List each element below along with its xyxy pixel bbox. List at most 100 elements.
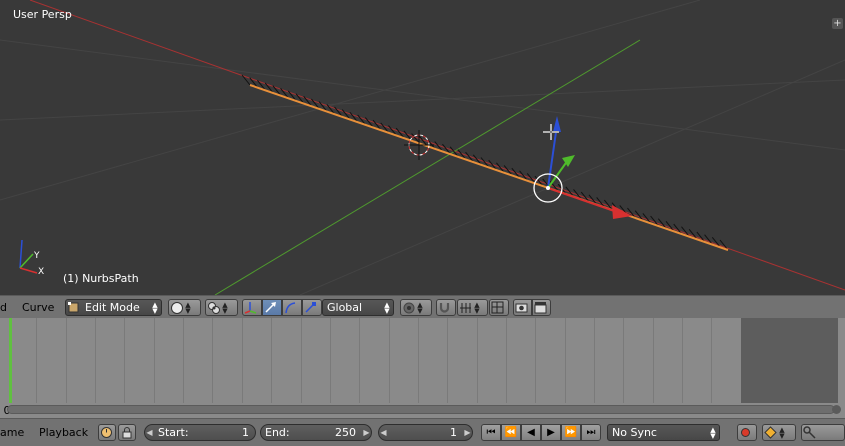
- 3d-viewport[interactable]: Y X User Persp (1) NurbsPath +: [0, 0, 845, 295]
- start-value: 1: [242, 426, 249, 439]
- snap-element-dropdown[interactable]: ▲ ▼: [457, 299, 488, 316]
- manipulator-group: [242, 299, 322, 316]
- grid-line: [0, 79, 845, 121]
- frame-grid-line: [652, 318, 654, 403]
- updown-arrows-icon: ▲ ▼: [152, 300, 158, 315]
- proportional-edit-dropdown[interactable]: ▲ ▼: [400, 299, 432, 316]
- end-label: End:: [265, 426, 290, 439]
- next-keyframe-button[interactable]: ⏩: [561, 424, 581, 441]
- keying-set-dropdown[interactable]: ▲ ▼: [762, 424, 796, 441]
- decrement-arrow-icon[interactable]: ◀: [145, 428, 154, 437]
- viewport-canvas[interactable]: Y X: [0, 0, 845, 295]
- nurbs-path-curve[interactable]: [249, 84, 729, 251]
- frame-grid-line: [359, 318, 361, 403]
- increment-arrow-icon[interactable]: ▶: [362, 428, 371, 437]
- play-reverse-button[interactable]: ◀: [521, 424, 541, 441]
- view-name-label: User Persp: [13, 8, 72, 21]
- mode-dropdown[interactable]: Edit Mode ▲ ▼: [65, 299, 162, 316]
- timeline-area[interactable]: [0, 318, 845, 403]
- frame-grid-line: [241, 318, 243, 403]
- frame-grid-line: [183, 318, 185, 403]
- scrollbar-end-cap[interactable]: [832, 405, 841, 414]
- increment-arrow-icon[interactable]: ▶: [463, 428, 472, 437]
- svg-text:X: X: [38, 267, 44, 277]
- jump-start-button[interactable]: ⏮: [481, 424, 501, 441]
- start-frame-field[interactable]: ◀ Start: 1: [144, 424, 256, 441]
- decrement-arrow-icon[interactable]: ◀: [379, 428, 388, 437]
- keying-tools-dropdown[interactable]: [801, 424, 845, 441]
- menu-fragment[interactable]: d: [0, 301, 7, 314]
- frame-grid-line: [95, 318, 97, 403]
- pivot-point-dropdown[interactable]: ▲ ▼: [205, 299, 238, 316]
- lock-range-button[interactable]: [118, 424, 136, 441]
- play-icon: ▶: [547, 427, 555, 438]
- frame-grid-line: [388, 318, 390, 403]
- camera-icon: [514, 300, 529, 315]
- timeline-scrollbar[interactable]: [7, 405, 835, 414]
- opengl-render-animation-button[interactable]: [532, 299, 551, 316]
- edit-mode-icon: [66, 300, 81, 315]
- frame-menu-fragment[interactable]: ame: [0, 426, 24, 439]
- axis-gizmo: Y X: [19, 239, 44, 277]
- object-name-label: (1) NurbsPath: [63, 272, 139, 285]
- preview-range-button[interactable]: [98, 424, 116, 441]
- keyframe-diamond-icon: [763, 425, 778, 440]
- updown-arrows-icon: ▲ ▼: [779, 425, 785, 440]
- pivot-icon: [206, 300, 221, 315]
- transform-orientation-dropdown[interactable]: Global ▲ ▼: [322, 299, 394, 316]
- grid: [0, 0, 845, 295]
- updown-arrows-icon: ▲ ▼: [417, 300, 423, 315]
- jump-end-icon: ⏭: [586, 427, 596, 438]
- rotate-arc-icon: [283, 300, 298, 315]
- jump-start-icon: ⏮: [486, 427, 496, 438]
- jump-end-button[interactable]: ⏭: [581, 424, 601, 441]
- scale-icon: [303, 300, 318, 315]
- snap-increment-icon: [458, 300, 473, 315]
- updown-arrows-icon: ▲ ▼: [710, 425, 716, 440]
- add-region-button[interactable]: +: [832, 18, 843, 29]
- frame-grid-line: [300, 318, 302, 403]
- grid-line: [299, 59, 845, 295]
- end-frame-field[interactable]: End: 250 ▶: [260, 424, 372, 441]
- translate-arrow-icon: [263, 300, 278, 315]
- frame-grid-line: [271, 318, 273, 403]
- svg-text:Y: Y: [33, 251, 40, 261]
- updown-arrows-icon: ▲ ▼: [474, 300, 480, 315]
- axes-icon: [243, 300, 258, 315]
- playback-menu[interactable]: Playback: [39, 426, 88, 439]
- frame-grid-line: [36, 318, 38, 403]
- snap-toggle-button[interactable]: [436, 299, 456, 316]
- play-button[interactable]: ▶: [541, 424, 561, 441]
- frame-grid-line: [505, 318, 507, 403]
- opengl-render-image-button[interactable]: [513, 299, 532, 316]
- current-frame-field[interactable]: ◀ 1 ▶: [378, 424, 473, 441]
- frame-grid-line: [417, 318, 419, 403]
- sync-mode-dropdown[interactable]: No Sync ▲ ▼: [607, 424, 720, 441]
- playback-controls: ⏮ ⏪ ◀ ▶ ⏩ ⏭: [481, 424, 601, 441]
- viewport-shading-dropdown[interactable]: ▲ ▼: [168, 299, 201, 316]
- proportional-circle-icon: [401, 300, 416, 315]
- grid-line: [0, 0, 701, 201]
- out-of-range-shade: [740, 318, 838, 403]
- current-frame-indicator[interactable]: [8, 318, 12, 403]
- updown-arrows-icon: ▲ ▼: [222, 300, 228, 315]
- snap-target-button[interactable]: [489, 299, 509, 316]
- frame-grid-line: [212, 318, 214, 403]
- clock-icon: [99, 425, 114, 440]
- auto-keying-button[interactable]: [737, 424, 757, 441]
- scale-manipulator-button[interactable]: [302, 299, 322, 316]
- frame-grid-line: [682, 318, 684, 403]
- snap-grid-icon: [490, 300, 505, 315]
- prev-keyframe-button[interactable]: ⏪: [501, 424, 521, 441]
- start-label: Start:: [158, 426, 189, 439]
- frame-grid-line: [564, 318, 566, 403]
- solid-sphere-icon: [169, 300, 184, 315]
- frame-grid-line: [329, 318, 331, 403]
- key-icon: [802, 425, 817, 440]
- curve-menu[interactable]: Curve: [22, 301, 54, 314]
- manipulator-toggle-button[interactable]: [242, 299, 262, 316]
- rotate-manipulator-button[interactable]: [282, 299, 302, 316]
- timeline-header: ame Playback ◀ Start: 1 End: 250 ▶ ◀ 1 ▶…: [0, 418, 845, 446]
- frame-grid-line: [447, 318, 449, 403]
- translate-manipulator-button[interactable]: [262, 299, 282, 316]
